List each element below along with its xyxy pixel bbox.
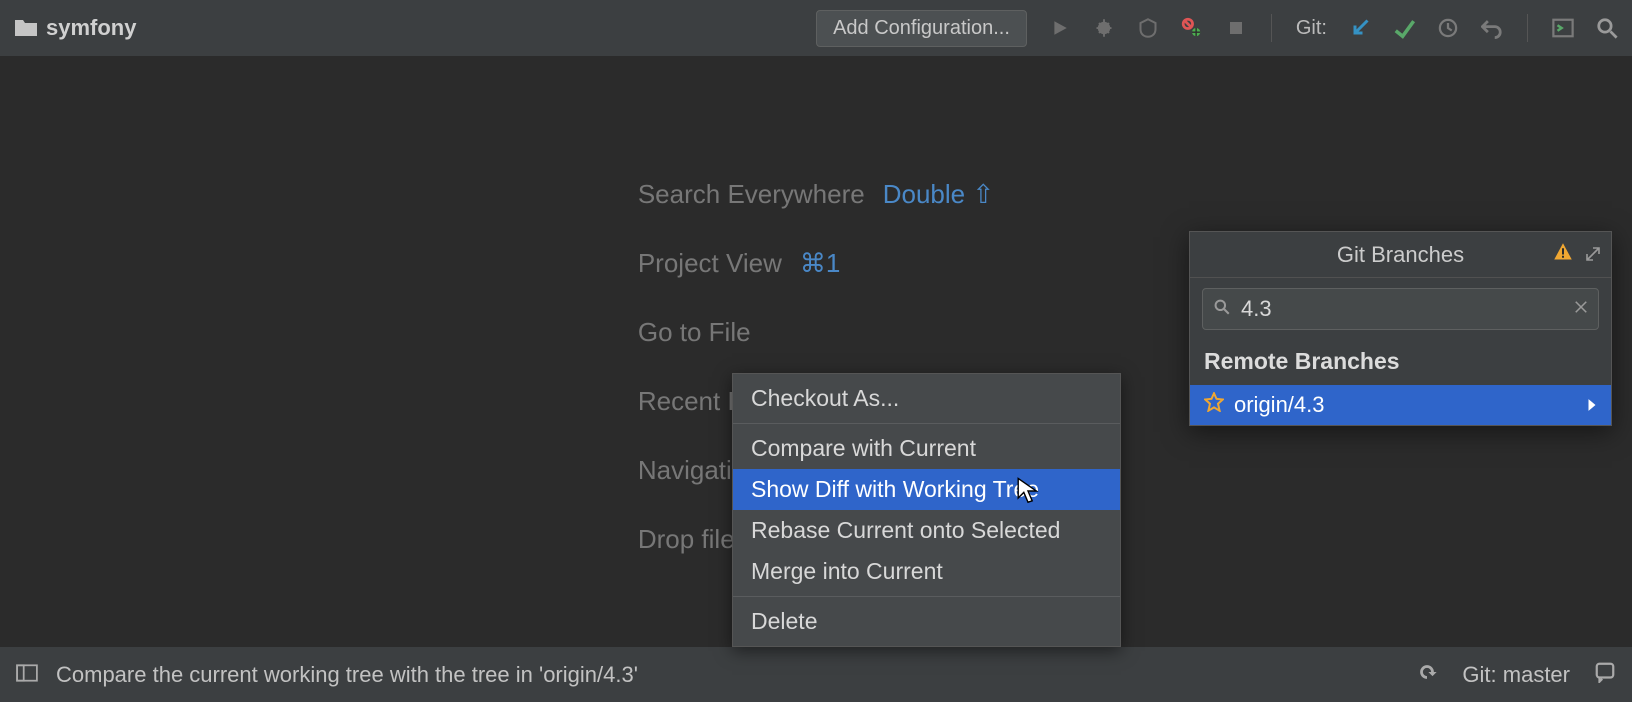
status-message: Compare the current working tree with th…: [56, 662, 638, 688]
stop-icon[interactable]: [1225, 17, 1247, 39]
branches-search-input[interactable]: [1241, 296, 1564, 322]
hint-label: Project View: [638, 248, 782, 279]
project-name: symfony: [46, 15, 136, 41]
branch-item[interactable]: origin/4.3: [1190, 385, 1611, 425]
folder-icon: [14, 18, 38, 38]
add-configuration-button[interactable]: Add Configuration...: [816, 10, 1027, 47]
project-breadcrumb[interactable]: symfony: [14, 15, 136, 41]
menu-checkout-as[interactable]: Checkout As...: [733, 378, 1120, 419]
top-toolbar: symfony Add Configuration... Git:: [0, 0, 1632, 57]
status-bar: Compare the current working tree with th…: [0, 646, 1632, 702]
update-project-icon[interactable]: [1349, 17, 1371, 39]
git-branches-popup: Git Branches Remote Branches origin/4.3: [1189, 231, 1612, 426]
terminal-shortcut-icon[interactable]: [1552, 17, 1574, 39]
search-icon: [1213, 298, 1231, 321]
remote-branches-label: Remote Branches: [1190, 340, 1611, 385]
menu-compare-with-current[interactable]: Compare with Current: [733, 428, 1120, 469]
popup-title-bar[interactable]: Git Branches: [1190, 232, 1611, 278]
hint-search-everywhere: Search Everywhere Double ⇧: [638, 179, 994, 210]
git-toolbar-label: Git:: [1296, 17, 1327, 40]
clear-icon[interactable]: [1574, 300, 1588, 319]
run-icon[interactable]: [1049, 17, 1071, 39]
git-branch-indicator[interactable]: Git: master: [1462, 662, 1570, 688]
debug-icon[interactable]: [1093, 17, 1115, 39]
coverage-icon[interactable]: [1137, 17, 1159, 39]
mouse-cursor-icon: [1016, 477, 1040, 510]
hint-shortcut: ⌘1: [800, 248, 840, 279]
menu-separator: [733, 423, 1120, 424]
menu-separator: [733, 596, 1120, 597]
run-toolbar-group: Git:: [1049, 14, 1618, 42]
popup-title: Git Branches: [1337, 242, 1464, 268]
profiler-icon[interactable]: [1181, 17, 1203, 39]
rollback-icon[interactable]: [1481, 17, 1503, 39]
hint-project-view: Project View ⌘1: [638, 248, 841, 279]
submenu-arrow-icon: [1587, 392, 1597, 418]
event-log-icon[interactable]: [1594, 661, 1616, 689]
branch-context-menu: Checkout As... Compare with Current Show…: [732, 373, 1121, 647]
branches-search-field[interactable]: [1202, 288, 1599, 330]
warning-icon[interactable]: [1553, 242, 1573, 268]
hint-label: Go to File: [638, 317, 751, 348]
search-icon[interactable]: [1596, 17, 1618, 39]
branch-name: origin/4.3: [1234, 392, 1325, 418]
menu-merge-into-current[interactable]: Merge into Current: [733, 551, 1120, 592]
hint-shortcut: Double ⇧: [883, 179, 994, 210]
menu-show-diff-working-tree[interactable]: Show Diff with Working Tree: [733, 469, 1120, 510]
commit-icon[interactable]: [1393, 17, 1415, 39]
menu-rebase-onto-selected[interactable]: Rebase Current onto Selected: [733, 510, 1120, 551]
star-icon[interactable]: [1204, 392, 1224, 418]
history-icon[interactable]: [1437, 17, 1459, 39]
hint-label: Search Everywhere: [638, 179, 865, 210]
editor-empty-state: Search Everywhere Double ⇧ Project View …: [0, 57, 1632, 646]
menu-delete[interactable]: Delete: [733, 601, 1120, 642]
tool-window-toggle-icon[interactable]: [16, 662, 38, 688]
sync-settings-icon[interactable]: [1416, 661, 1438, 689]
hint-go-to-file: Go to File: [638, 317, 751, 348]
expand-icon[interactable]: [1585, 242, 1601, 268]
